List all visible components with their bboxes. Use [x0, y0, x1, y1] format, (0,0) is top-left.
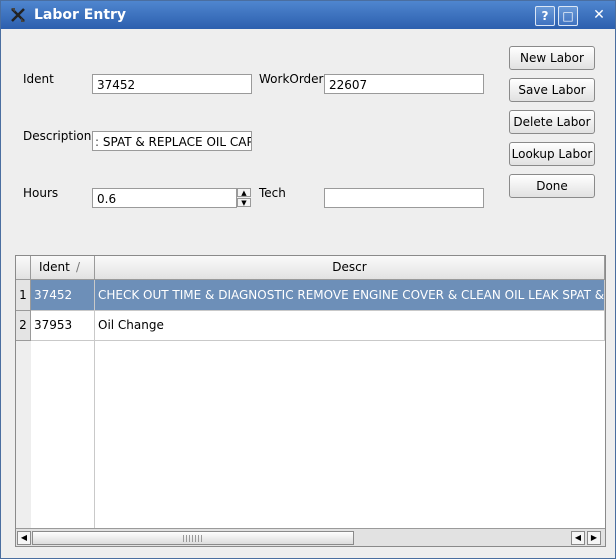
close-button[interactable]: ✕ [590, 6, 608, 24]
table-empty-area [95, 341, 605, 528]
sort-indicator-icon: / [76, 260, 81, 274]
maximize-button[interactable]: □ [558, 6, 578, 26]
row-number-2[interactable]: 2 [16, 311, 31, 341]
window-title: Labor Entry [34, 7, 127, 23]
table-row-2-descr[interactable]: Oil Change [95, 311, 605, 341]
description-label: Description [23, 129, 92, 143]
workorder-label: WorkOrder [259, 72, 324, 86]
table-row-1-descr[interactable]: CHECK OUT TIME & DIAGNOSTIC REMOVE ENGIN… [95, 280, 605, 311]
horizontal-scrollbar[interactable]: ◀ ◀ ▶ [16, 528, 605, 546]
save-labor-button[interactable]: Save Labor [509, 78, 595, 102]
spin-down-icon[interactable]: ▼ [237, 198, 251, 207]
scroll-right-icon[interactable]: ▶ [587, 531, 601, 545]
grip-icon [183, 535, 203, 542]
scroll-left-icon-2[interactable]: ◀ [571, 531, 585, 545]
description-value: SPAT & REPLACE OIL CAP [102, 135, 252, 149]
done-button[interactable]: Done [509, 174, 595, 198]
column-header-ident[interactable]: Ident / [31, 256, 95, 280]
row-number-1[interactable]: 1 [16, 280, 31, 311]
tech-label: Tech [259, 186, 286, 200]
hours-field[interactable]: 0.6 [92, 188, 237, 208]
delete-labor-button[interactable]: Delete Labor [509, 110, 595, 134]
help-button[interactable]: ? [535, 6, 555, 26]
spin-up-icon[interactable]: ▲ [237, 188, 251, 197]
scrollbar-thumb[interactable] [32, 531, 354, 545]
workorder-field[interactable]: 22607 [324, 74, 484, 94]
description-field[interactable]: : SPAT & REPLACE OIL CAP [92, 131, 252, 151]
corner-header[interactable] [16, 256, 31, 280]
hours-label: Hours [23, 186, 59, 200]
labor-table: Ident / Descr 1 37452 CHECK OUT TIME & D… [15, 255, 606, 547]
scroll-left-icon[interactable]: ◀ [17, 531, 31, 545]
tech-field[interactable] [324, 188, 484, 208]
scroll-clip-mark: : [95, 135, 100, 149]
new-labor-button[interactable]: New Labor [509, 46, 595, 70]
table-empty-area-ident [31, 341, 95, 528]
column-header-descr[interactable]: Descr [95, 256, 605, 280]
ident-label: Ident [23, 72, 54, 86]
table-row-1-ident[interactable]: 37452 [31, 280, 95, 311]
labor-entry-window: Labor Entry ? □ ✕ Ident 37452 WorkOrder … [0, 0, 616, 559]
app-tools-icon [11, 8, 25, 22]
table-row-2-ident[interactable]: 37953 [31, 311, 95, 341]
title-bar[interactable]: Labor Entry ? □ ✕ [1, 1, 615, 29]
ident-field[interactable]: 37452 [92, 74, 252, 94]
lookup-labor-button[interactable]: Lookup Labor [509, 142, 595, 166]
column-header-ident-label: Ident [39, 260, 70, 274]
